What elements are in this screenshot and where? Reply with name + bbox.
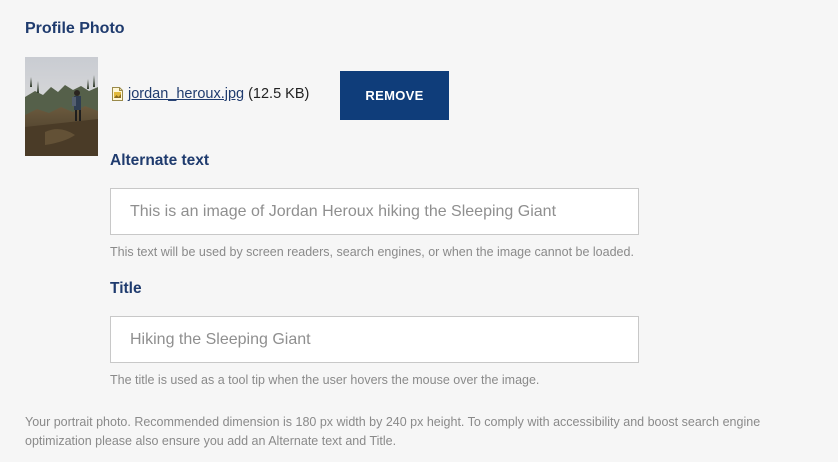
alternate-text-label: Alternate text xyxy=(110,152,210,169)
file-info-row: jordan_heroux.jpg (12.5 KB) xyxy=(112,86,309,102)
profile-photo-thumbnail xyxy=(25,57,98,156)
title-help: The title is used as a tool tip when the… xyxy=(110,373,540,387)
title-label: Title xyxy=(110,280,142,297)
alternate-text-input[interactable] xyxy=(110,188,639,235)
photo-guidance-note: Your portrait photo. Recommended dimensi… xyxy=(25,415,761,448)
photo-preview-image xyxy=(25,57,98,156)
image-file-icon xyxy=(112,87,123,101)
section-title: Profile Photo xyxy=(25,20,125,37)
title-input[interactable] xyxy=(110,316,639,363)
file-size: (12.5 KB) xyxy=(248,86,310,102)
file-name-link[interactable]: jordan_heroux.jpg xyxy=(128,86,244,102)
remove-button[interactable]: REMOVE xyxy=(340,71,449,120)
alternate-text-help: This text will be used by screen readers… xyxy=(110,245,634,259)
profile-photo-widget: Profile Photo jordan_heroux.jpg (12.5 KB… xyxy=(0,0,838,462)
